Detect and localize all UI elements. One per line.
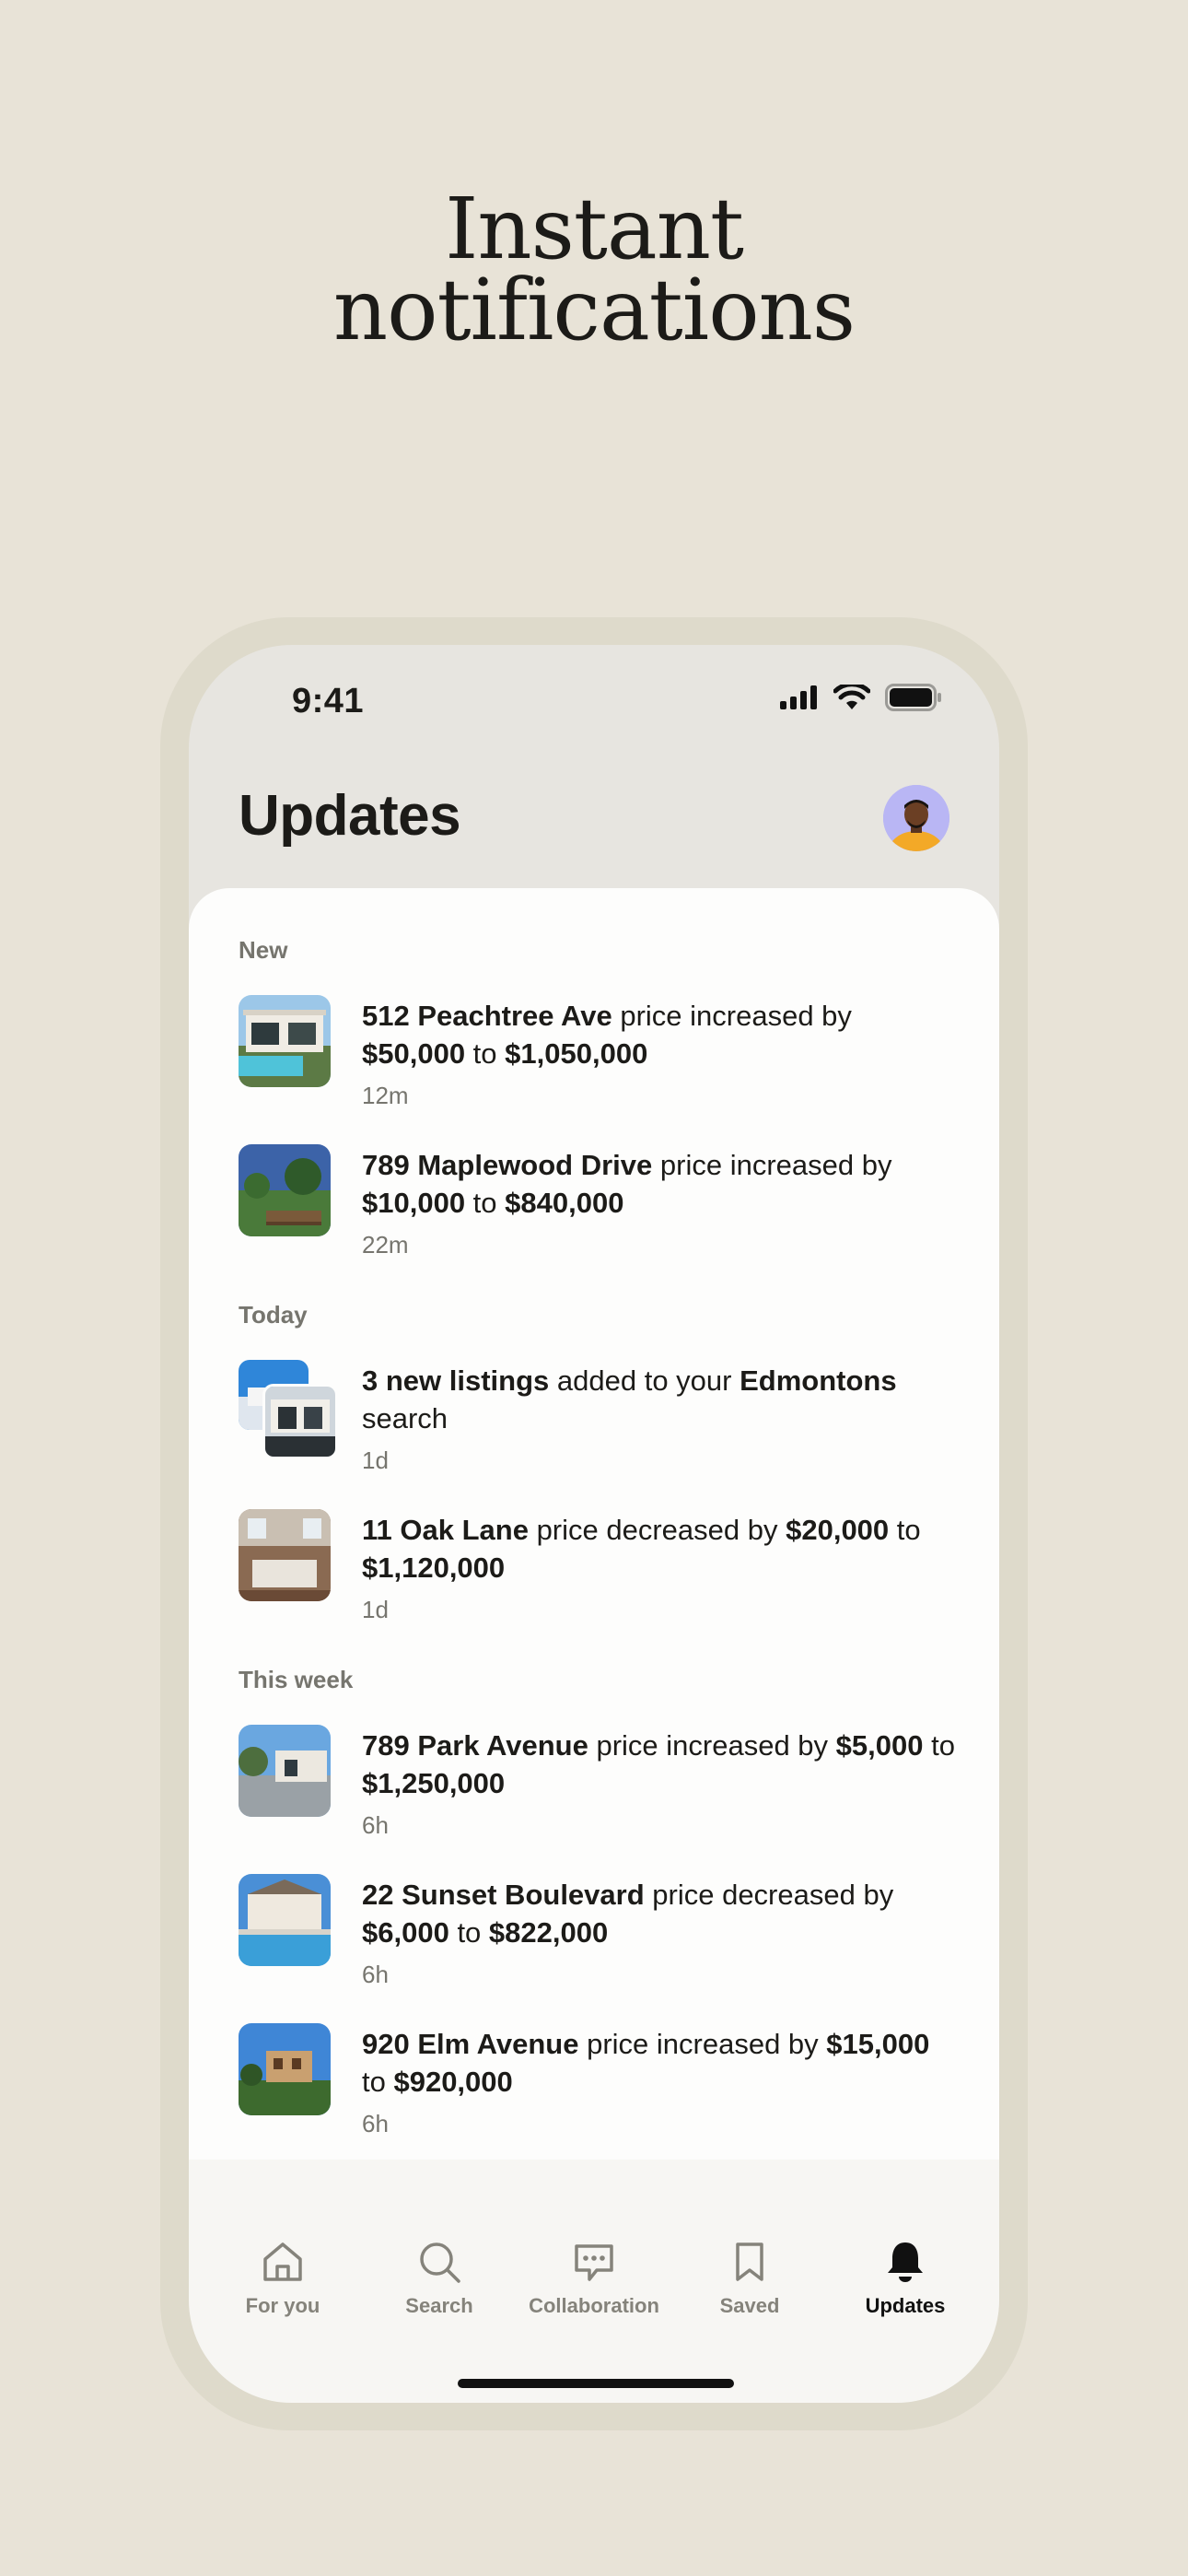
item-time: 6h bbox=[362, 1811, 389, 1839]
list-item[interactable]: 920 Elm Avenue price increased by $15,00… bbox=[239, 2023, 957, 2152]
battery-icon bbox=[885, 684, 941, 711]
item-text-part: to bbox=[889, 1514, 921, 1546]
listing-thumbnail bbox=[239, 1144, 331, 1236]
tab-label: Saved bbox=[719, 2294, 780, 2317]
item-text-part: to bbox=[362, 2066, 394, 2098]
item-text: 789 Maplewood Drive price increased by $… bbox=[362, 1146, 961, 1222]
tab-collaboration[interactable]: Collaboration bbox=[516, 2239, 672, 2318]
status-time: 9:41 bbox=[292, 682, 365, 720]
home-icon bbox=[263, 2242, 302, 2281]
item-subject: 3 new listings bbox=[362, 1364, 550, 1397]
item-amount: $20,000 bbox=[786, 1514, 890, 1546]
item-subject: 22 Sunset Boulevard bbox=[362, 1879, 645, 1911]
item-time: 1d bbox=[362, 1596, 389, 1623]
tab-updates[interactable]: Updates bbox=[827, 2239, 984, 2318]
page-title: Updates bbox=[239, 784, 461, 848]
section-label-today: Today bbox=[239, 1301, 308, 1329]
list-item[interactable]: 512 Peachtree Ave price increased by $50… bbox=[239, 995, 957, 1124]
item-amount: $6,000 bbox=[362, 1916, 449, 1949]
list-item[interactable]: 789 Maplewood Drive price increased by $… bbox=[239, 1144, 957, 1273]
item-text-part: to bbox=[465, 1187, 506, 1219]
tab-for-you[interactable]: For you bbox=[204, 2239, 361, 2318]
tab-search[interactable]: Search bbox=[361, 2239, 518, 2318]
item-new-price: $822,000 bbox=[488, 1916, 609, 1949]
item-text-part: price increased by bbox=[611, 1000, 852, 1032]
item-time: 12m bbox=[362, 1082, 409, 1109]
updates-sheet: New 512 Peachtree Ave price increased by… bbox=[189, 888, 999, 2160]
item-text-part: to bbox=[448, 1916, 489, 1949]
item-new-price: $1,050,000 bbox=[505, 1037, 648, 1070]
item-time: 6h bbox=[362, 1961, 389, 1988]
item-text-part: price increased by bbox=[578, 2028, 827, 2060]
item-text: 512 Peachtree Ave price increased by $50… bbox=[362, 997, 961, 1072]
listing-thumbnail-front bbox=[262, 1384, 338, 1459]
tab-bar: For you Search Collaboration Saved Updat… bbox=[189, 2160, 999, 2403]
section-label-this-week: This week bbox=[239, 1666, 354, 1693]
chat-icon bbox=[575, 2244, 613, 2281]
list-item[interactable]: 22 Sunset Boulevard price decreased by $… bbox=[239, 1874, 957, 2003]
listing-thumbnail bbox=[239, 1874, 331, 1966]
item-text-part: price increased by bbox=[588, 1729, 836, 1762]
item-search-name: Edmontons bbox=[740, 1364, 897, 1397]
item-new-price: $1,120,000 bbox=[362, 1551, 506, 1584]
listing-thumbnail bbox=[239, 2023, 331, 2115]
list-item[interactable]: 3 new listings added to your Edmontons s… bbox=[239, 1360, 957, 1489]
section-label-new: New bbox=[239, 936, 288, 964]
listing-thumbnail bbox=[239, 1725, 331, 1817]
signal-icon bbox=[780, 685, 817, 709]
item-text: 789 Park Avenue price increased by $5,00… bbox=[362, 1727, 961, 1802]
item-amount: $5,000 bbox=[835, 1729, 924, 1762]
item-text-part: price decreased by bbox=[528, 1514, 786, 1546]
list-item[interactable]: 11 Oak Lane price decreased by $20,000 t… bbox=[239, 1509, 957, 1638]
item-subject: 789 Park Avenue bbox=[362, 1729, 588, 1762]
item-text-part: to bbox=[923, 1729, 955, 1762]
item-amount: $10,000 bbox=[362, 1187, 466, 1219]
item-text-part: added to your bbox=[549, 1364, 740, 1397]
item-new-price: $840,000 bbox=[505, 1187, 624, 1219]
item-subject: 512 Peachtree Ave bbox=[362, 1000, 612, 1032]
item-time: 1d bbox=[362, 1446, 389, 1474]
tab-label: For you bbox=[245, 2294, 320, 2317]
item-text: 11 Oak Lane price decreased by $20,000 t… bbox=[362, 1511, 961, 1587]
wifi-icon bbox=[833, 685, 870, 709]
item-new-price: $920,000 bbox=[393, 2066, 513, 2098]
avatar[interactable] bbox=[883, 785, 949, 851]
tab-label: Search bbox=[405, 2294, 473, 2317]
headline: Instant notifications bbox=[0, 180, 1188, 359]
item-text-part: price increased by bbox=[652, 1149, 892, 1181]
item-time: 22m bbox=[362, 1231, 409, 1259]
item-amount: $50,000 bbox=[362, 1037, 466, 1070]
home-indicator bbox=[458, 2379, 734, 2388]
item-text: 3 new listings added to your Edmontons s… bbox=[362, 1362, 961, 1437]
item-text: 22 Sunset Boulevard price decreased by $… bbox=[362, 1876, 961, 1951]
item-text-part: price decreased by bbox=[644, 1879, 894, 1911]
tab-saved[interactable]: Saved bbox=[671, 2239, 828, 2318]
headline-line-2: notifications bbox=[332, 261, 856, 359]
headline-line-1: Instant bbox=[445, 180, 744, 278]
item-subject: 920 Elm Avenue bbox=[362, 2028, 579, 2060]
listing-thumbnail bbox=[239, 1509, 331, 1601]
bell-icon bbox=[888, 2242, 923, 2282]
list-item[interactable]: 789 Park Avenue price increased by $5,00… bbox=[239, 1725, 957, 1854]
user-avatar-icon bbox=[883, 785, 949, 851]
status-icons bbox=[780, 684, 942, 711]
search-icon bbox=[420, 2242, 460, 2283]
listing-thumbnail bbox=[239, 995, 331, 1087]
item-subject: 11 Oak Lane bbox=[362, 1514, 529, 1546]
tab-label: Collaboration bbox=[529, 2294, 659, 2317]
item-text-part: search bbox=[362, 1402, 448, 1434]
item-text-part: to bbox=[465, 1037, 506, 1070]
item-time: 6h bbox=[362, 2110, 389, 2137]
item-text: 920 Elm Avenue price increased by $15,00… bbox=[362, 2025, 961, 2101]
tab-label: Updates bbox=[865, 2294, 946, 2317]
bookmark-icon bbox=[736, 2242, 763, 2281]
item-amount: $15,000 bbox=[826, 2028, 930, 2060]
phone-screen: 9:41 Updates New 512 Peachtree Ave price… bbox=[189, 645, 999, 2403]
item-new-price: $1,250,000 bbox=[362, 1767, 506, 1799]
item-subject: 789 Maplewood Drive bbox=[362, 1149, 653, 1181]
